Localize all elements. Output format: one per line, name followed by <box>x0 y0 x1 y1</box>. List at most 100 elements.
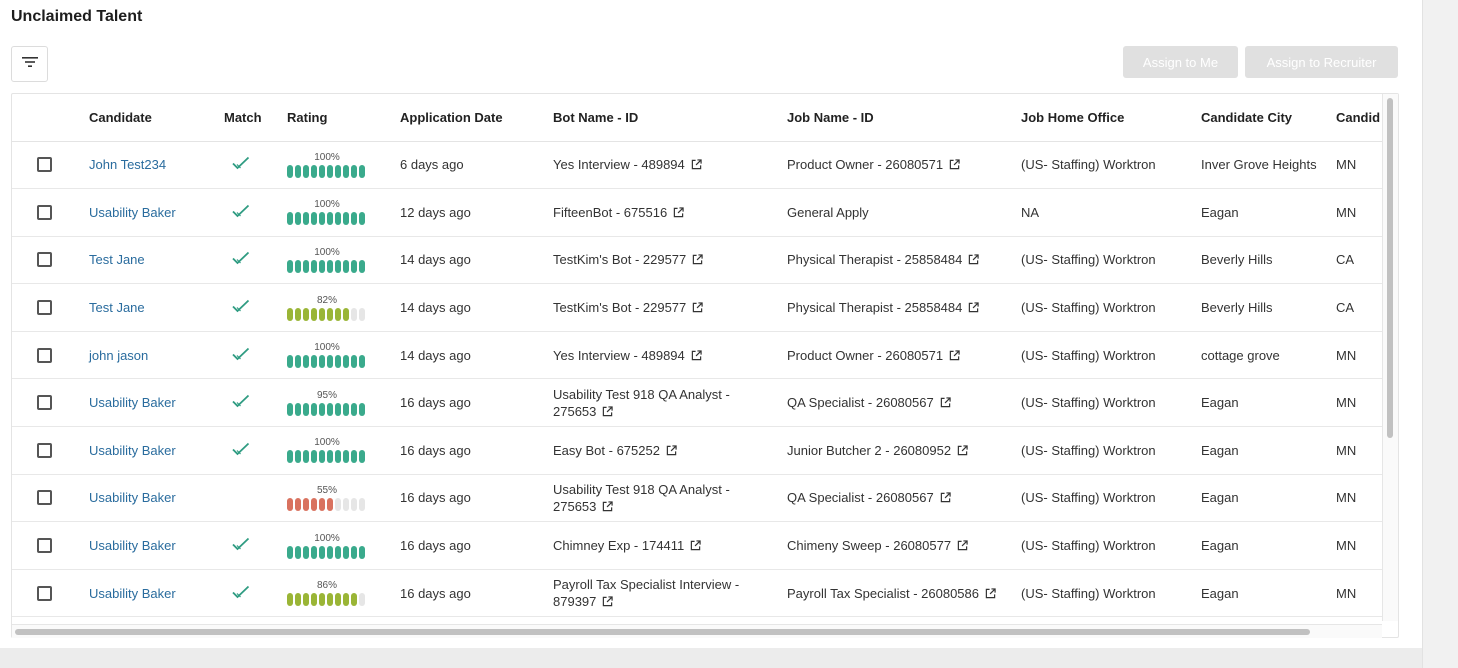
rating-segment <box>335 545 341 559</box>
rating-segment <box>319 402 325 416</box>
job-home-office: NA <box>1021 188 1201 237</box>
table-row[interactable]: Usability Baker 100% 16 days ago Chimney Ex… <box>12 521 1398 570</box>
rating-segment <box>295 545 301 559</box>
rating-segment <box>311 450 317 464</box>
vertical-scrollbar-thumb[interactable] <box>1387 98 1393 438</box>
row-checkbox[interactable] <box>37 395 52 411</box>
candidate-name-link[interactable]: Usability Baker <box>89 443 176 458</box>
right-rail <box>1422 0 1458 668</box>
assign-to-recruiter-button[interactable]: Assign to Recruiter <box>1245 46 1398 78</box>
external-link-icon[interactable] <box>940 397 951 408</box>
candidate-name-link[interactable]: Usability Baker <box>89 205 176 220</box>
row-checkbox[interactable] <box>37 585 52 601</box>
row-checkbox[interactable] <box>37 300 52 316</box>
rating-percent: 100% <box>314 199 340 211</box>
rating-segment <box>343 497 349 511</box>
external-link-icon[interactable] <box>602 406 614 417</box>
assign-to-me-button[interactable]: Assign to Me <box>1123 46 1238 78</box>
job-name-id: Chimeny Sweep - 26080577 <box>787 538 952 554</box>
rating-segment <box>295 164 301 178</box>
job-home-office: (US- Staffing) Worktron <box>1021 426 1201 475</box>
table-row[interactable]: Test Jane 82% 14 days ago TestKim's Bot - 2… <box>12 283 1398 332</box>
external-link-icon[interactable] <box>957 540 968 551</box>
table-row[interactable]: Test Jane 100% 14 days ago TestKim's Bot - … <box>12 236 1398 285</box>
external-link-icon[interactable] <box>673 207 684 218</box>
rating-segment <box>343 593 349 607</box>
rating-percent: 100% <box>314 151 340 163</box>
rating-segment <box>327 164 333 178</box>
rating-segment <box>351 402 357 416</box>
candidate-name-link[interactable]: Usability Baker <box>89 538 176 553</box>
row-checkbox[interactable] <box>37 347 52 363</box>
external-link-icon[interactable] <box>957 445 968 456</box>
header-candidate[interactable]: Candidate <box>89 94 224 142</box>
rating-segment <box>287 545 293 559</box>
bot-name-id: Payroll Tax Specialist Interview - 87939… <box>553 577 740 610</box>
external-link-icon[interactable] <box>949 349 960 361</box>
candidate-name-link[interactable]: Test Jane <box>89 252 145 267</box>
external-link-icon[interactable] <box>985 587 996 599</box>
row-checkbox[interactable] <box>37 157 52 173</box>
table-row[interactable]: Usability Baker 86% 16 days ago Payroll Tax… <box>12 569 1398 618</box>
rating-segment <box>335 164 341 178</box>
rating-meter: 100% <box>287 342 367 369</box>
bot-name-id: Yes Interview - 489894 <box>553 347 685 363</box>
external-link-icon[interactable] <box>666 445 677 456</box>
rating-segment <box>319 307 325 321</box>
rating-meter: 100% <box>287 152 367 178</box>
header-candidate-city[interactable]: Candidate City <box>1201 94 1336 142</box>
external-link-icon[interactable] <box>602 501 614 512</box>
candidate-name-link[interactable]: Usability Baker <box>89 586 176 601</box>
external-link-icon[interactable] <box>940 492 951 503</box>
row-checkbox[interactable] <box>37 490 52 506</box>
candidate-city: Eagan <box>1201 474 1336 523</box>
horizontal-scrollbar[interactable] <box>12 624 1382 638</box>
application-date: 14 days ago <box>400 331 553 380</box>
header-job-home-office[interactable]: Job Home Office <box>1021 94 1201 142</box>
external-link-icon[interactable] <box>968 302 980 313</box>
bot-name-id: TestKim's Bot - 229577 <box>553 252 687 268</box>
horizontal-scrollbar-thumb[interactable] <box>15 629 1310 635</box>
candidate-name-link[interactable]: Test Jane <box>89 300 145 315</box>
table-row[interactable]: Usability Baker 95% 16 days ago Usability T… <box>12 378 1398 428</box>
rating-segment <box>287 497 293 511</box>
external-link-icon[interactable] <box>692 302 703 313</box>
row-checkbox[interactable] <box>37 442 52 458</box>
table-row[interactable]: Usability Baker 100% 16 days ago Easy Bot -… <box>12 426 1398 475</box>
table-row[interactable]: john jason 100% 14 days ago Yes Interview -… <box>12 331 1398 380</box>
rating-segment <box>287 450 293 464</box>
header-application-date[interactable]: Application Date <box>400 94 553 142</box>
header-match[interactable]: Match <box>224 94 287 142</box>
external-link-icon[interactable] <box>949 159 960 170</box>
filter-button[interactable] <box>11 46 48 82</box>
row-checkbox[interactable] <box>37 252 52 268</box>
rating-percent: 100% <box>314 246 340 258</box>
rating-segment <box>311 593 317 607</box>
external-link-icon[interactable] <box>602 596 614 607</box>
row-checkbox[interactable] <box>37 538 52 554</box>
header-job-name-id[interactable]: Job Name - ID <box>787 94 1021 142</box>
rating-segment <box>303 593 309 607</box>
header-rating[interactable]: Rating <box>287 94 400 142</box>
external-link-icon[interactable] <box>691 159 702 170</box>
application-date: 16 days ago <box>400 569 553 618</box>
rating-segment <box>335 450 341 464</box>
table-row[interactable]: Usability Baker 100% 12 days ago FifteenBot… <box>12 188 1398 237</box>
vertical-scrollbar[interactable] <box>1382 94 1398 621</box>
bottom-strip <box>0 648 1422 668</box>
table-row[interactable]: Usability Baker 55% 16 days ago Usability T… <box>12 474 1398 523</box>
table-row[interactable]: John Test234 100% 6 days ago Yes Interview … <box>12 141 1398 190</box>
rating-segment <box>335 212 341 226</box>
candidate-name-link[interactable]: john jason <box>89 348 148 363</box>
rating-segment <box>335 259 341 273</box>
external-link-icon[interactable] <box>692 254 703 265</box>
external-link-icon[interactable] <box>968 254 980 265</box>
candidate-name-link[interactable]: Usability Baker <box>89 395 176 410</box>
header-bot-name-id[interactable]: Bot Name - ID <box>553 94 787 142</box>
row-checkbox[interactable] <box>37 204 52 220</box>
rating-segment <box>359 402 365 416</box>
external-link-icon[interactable] <box>690 540 701 551</box>
candidate-name-link[interactable]: John Test234 <box>89 157 166 172</box>
external-link-icon[interactable] <box>691 349 702 361</box>
candidate-name-link[interactable]: Usability Baker <box>89 490 176 505</box>
